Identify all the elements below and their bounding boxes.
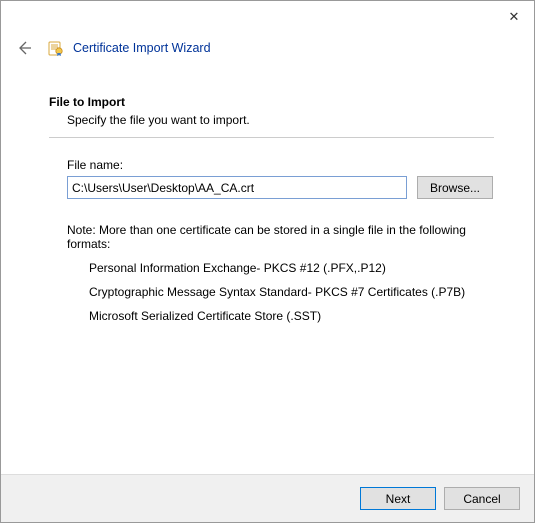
format-pfx: Personal Information Exchange- PKCS #12 …: [89, 261, 494, 275]
file-field-block: File name: Browse...: [67, 158, 494, 199]
note-block: Note: More than one certificate can be s…: [67, 223, 494, 323]
wizard-header: Certificate Import Wizard: [1, 31, 534, 71]
file-name-input[interactable]: [67, 176, 407, 199]
browse-button[interactable]: Browse...: [417, 176, 493, 199]
note-intro: Note: More than one certificate can be s…: [67, 223, 494, 251]
next-button[interactable]: Next: [360, 487, 436, 510]
section-title: File to Import: [49, 95, 494, 109]
format-sst: Microsoft Serialized Certificate Store (…: [89, 309, 494, 323]
cancel-button[interactable]: Cancel: [444, 487, 520, 510]
certificate-wizard-icon: [47, 39, 65, 57]
format-p7b: Cryptographic Message Syntax Standard- P…: [89, 285, 494, 299]
content-area: File to Import Specify the file you want…: [1, 71, 534, 323]
titlebar: ✕: [1, 1, 534, 31]
file-name-label: File name:: [67, 158, 494, 172]
divider: [49, 137, 494, 138]
section-subtitle: Specify the file you want to import.: [67, 113, 494, 127]
wizard-title: Certificate Import Wizard: [73, 41, 211, 55]
back-arrow-icon[interactable]: [15, 39, 33, 57]
footer: Next Cancel: [1, 474, 534, 522]
close-icon[interactable]: ✕: [494, 7, 534, 25]
